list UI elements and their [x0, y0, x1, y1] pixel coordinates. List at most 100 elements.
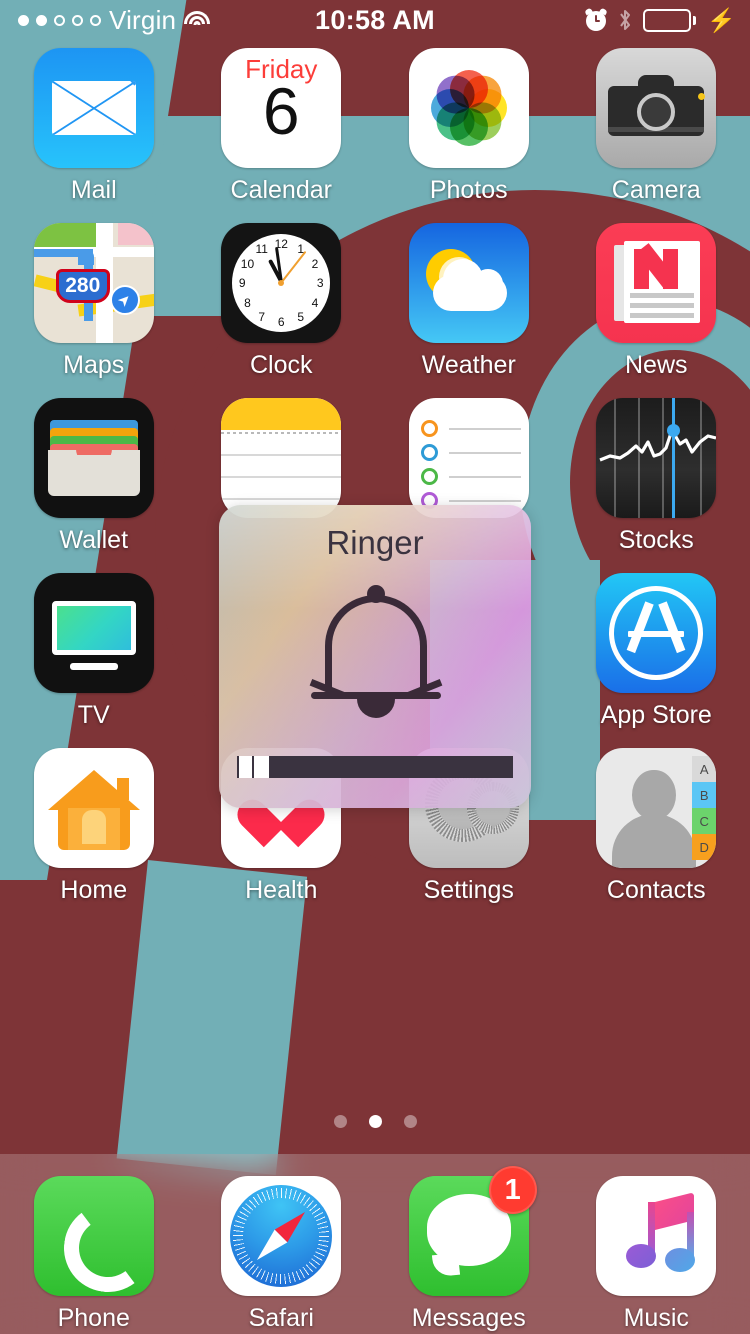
- hud-title: Ringer: [326, 524, 424, 561]
- stocks-highlight-line: [672, 398, 675, 518]
- app-calendar[interactable]: Friday 6 Calendar: [188, 48, 376, 223]
- dock-item-messages[interactable]: 1 Messages: [375, 1166, 563, 1333]
- contacts-index-tab: D: [692, 834, 717, 860]
- maps-icon[interactable]: 280: [33, 223, 154, 343]
- dock-item-music[interactable]: Music: [563, 1176, 750, 1333]
- notes-icon[interactable]: [221, 398, 342, 518]
- dock-item-phone[interactable]: Phone: [0, 1176, 188, 1333]
- notification-badge: 1: [488, 1166, 537, 1214]
- location-arrow-icon: [109, 285, 140, 315]
- calendar-day-number: 6: [262, 74, 300, 148]
- app-contacts[interactable]: ABCD Contacts: [563, 748, 750, 923]
- ringer-volume-hud: Ringer: [219, 505, 531, 808]
- calendar-icon[interactable]: Friday 6: [221, 48, 342, 168]
- dock: Phone Safari 1 Messages Music: [0, 1154, 750, 1334]
- stocks-icon[interactable]: [596, 398, 717, 518]
- volume-segment-filled: [254, 756, 271, 778]
- lightning-bolt-icon: ⚡: [707, 6, 736, 33]
- reminder-bullet: [420, 444, 438, 461]
- reminder-line: [448, 500, 521, 502]
- clock-numeral: 1: [297, 242, 305, 257]
- clock-numeral: 11: [255, 242, 268, 257]
- home-icon[interactable]: [33, 748, 154, 868]
- reminders-icon[interactable]: [408, 398, 529, 518]
- reminder-bullet: [420, 420, 438, 437]
- page-indicator-dots[interactable]: [0, 1115, 750, 1128]
- clock-icon[interactable]: 12 1 2 3 4 5 6 7 8 9 10 11: [221, 223, 342, 343]
- clock-numeral: 9: [238, 276, 246, 290]
- app-label: Messages: [411, 1304, 526, 1332]
- app-stocks[interactable]: Stocks: [563, 398, 750, 573]
- app-maps[interactable]: 280 Maps: [0, 223, 188, 398]
- battery-icon: [643, 8, 697, 32]
- app-label: Health: [245, 876, 318, 904]
- bluetooth-icon: [617, 8, 633, 32]
- app-wallet[interactable]: Wallet: [0, 398, 188, 573]
- contacts-index-tab: A: [692, 756, 717, 782]
- clock-numeral: 4: [311, 295, 319, 310]
- app-weather[interactable]: Weather: [375, 223, 563, 398]
- weather-icon[interactable]: [408, 223, 529, 343]
- app-camera[interactable]: Camera: [563, 48, 750, 223]
- app-label: Settings: [423, 876, 514, 904]
- wallet-icon[interactable]: [33, 398, 154, 518]
- app-label: Wallet: [59, 526, 129, 554]
- status-bar-right: ⚡: [584, 6, 736, 33]
- clock-numeral: 12: [274, 237, 288, 251]
- app-label: Photos: [429, 176, 508, 204]
- music-note-icon[interactable]: [596, 1176, 717, 1296]
- app-label: Safari: [248, 1304, 314, 1332]
- page-dot[interactable]: [368, 1115, 382, 1128]
- app-home[interactable]: Home: [0, 748, 188, 923]
- clock-numeral: 5: [297, 309, 305, 324]
- contacts-index-tab: C: [692, 808, 717, 834]
- app-label: Maps: [63, 351, 125, 379]
- contacts-icon[interactable]: ABCD: [596, 748, 717, 868]
- photos-icon[interactable]: [408, 48, 529, 168]
- safari-compass-icon[interactable]: [221, 1176, 342, 1296]
- camera-icon[interactable]: [596, 48, 717, 168]
- app-mail[interactable]: Mail: [0, 48, 188, 223]
- dock-item-safari[interactable]: Safari: [188, 1176, 376, 1333]
- app-label: App Store: [600, 701, 712, 729]
- app-label: Contacts: [606, 876, 706, 904]
- app-news[interactable]: News: [563, 223, 750, 398]
- app-label: News: [624, 351, 688, 379]
- app-label: Clock: [249, 351, 313, 379]
- reminder-bullet: [420, 468, 438, 485]
- clock-numeral: 6: [277, 315, 285, 329]
- tv-icon[interactable]: [33, 573, 154, 693]
- phone-icon[interactable]: [33, 1176, 154, 1296]
- reminder-line: [448, 476, 521, 478]
- app-tv[interactable]: TV: [0, 573, 188, 748]
- reminder-line: [448, 452, 521, 454]
- app-row: Mail Friday 6 Calendar Photos Camera: [0, 48, 750, 223]
- app-label: Mail: [70, 176, 117, 204]
- clock-numeral: 7: [258, 309, 266, 324]
- app-label: TV: [77, 701, 110, 729]
- messages-icon[interactable]: 1: [408, 1166, 537, 1296]
- app-label: Weather: [421, 351, 516, 379]
- app-label: Phone: [57, 1304, 130, 1332]
- app-photos[interactable]: Photos: [375, 48, 563, 223]
- stocks-gridline: [700, 398, 702, 518]
- app-label: Calendar: [230, 176, 332, 204]
- page-dot[interactable]: [403, 1115, 417, 1128]
- page-dot[interactable]: [333, 1115, 347, 1128]
- app-label: Home: [60, 876, 128, 904]
- volume-slider[interactable]: [237, 756, 513, 778]
- volume-segment-filled: [237, 756, 254, 778]
- status-bar: Virgin 10:58 AM ⚡: [0, 0, 750, 40]
- bell-icon: [301, 577, 451, 727]
- route-shield-label: 280: [55, 269, 110, 303]
- clock-numeral: 2: [311, 256, 319, 271]
- app-store-icon[interactable]: [596, 573, 717, 693]
- stocks-gridline: [614, 398, 616, 518]
- stocks-gridline: [638, 398, 640, 518]
- news-icon[interactable]: [596, 223, 717, 343]
- contacts-index-tab: B: [692, 782, 717, 808]
- app-clock[interactable]: 12 1 2 3 4 5 6 7 8 9 10 11 Clock: [188, 223, 376, 398]
- app-app-store[interactable]: App Store: [563, 573, 750, 748]
- mail-icon[interactable]: [33, 48, 154, 168]
- stocks-gridline: [662, 398, 664, 518]
